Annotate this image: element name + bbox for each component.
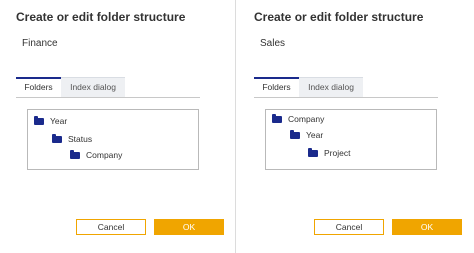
folder-icon [52,133,62,143]
tab-folders[interactable]: Folders [16,77,61,97]
dialog-comparison: Create or edit folder structure Finance … [0,0,474,253]
folder-icon [70,149,80,159]
tab-folders[interactable]: Folders [254,77,299,97]
structure-name: Sales [260,38,286,49]
folder-icon [34,115,44,125]
folder-structure-dialog-finance: Create or edit folder structure Finance … [0,0,235,253]
tree-node-label: Company [288,114,325,124]
folder-icon [272,113,282,123]
dialog-title: Create or edit folder structure [16,10,186,24]
tree-node-company[interactable]: Company [70,149,122,161]
cancel-button[interactable]: Cancel [76,219,146,235]
tree-node-label: Year [306,130,324,140]
tree-node-label: Status [68,134,93,144]
folder-icon [308,147,318,157]
tree-node-year[interactable]: Year [290,129,323,141]
folder-structure-dialog-sales: Create or edit folder structure Sales Fo… [238,0,473,253]
tree-node-company[interactable]: Company [272,113,324,125]
folder-tree: Company Year Project [265,109,437,170]
tab-index-dialog[interactable]: Index dialog [61,77,125,97]
tab-index-dialog[interactable]: Index dialog [299,77,363,97]
tree-node-project[interactable]: Project [308,147,350,159]
structure-name: Finance [22,38,58,49]
folder-tree: Year Status Company [27,109,199,170]
tree-node-status[interactable]: Status [52,133,92,145]
ok-button[interactable]: OK [154,219,224,235]
tree-node-label: Project [324,148,351,158]
dialog-title: Create or edit folder structure [254,10,424,24]
tree-node-label: Year [50,116,68,126]
tab-bar: Folders Index dialog [16,77,200,98]
folder-icon [290,129,300,139]
tree-node-year[interactable]: Year [34,115,67,127]
ok-button[interactable]: OK [392,219,462,235]
tab-bar: Folders Index dialog [254,77,438,98]
panel-divider [235,0,236,253]
tree-node-label: Company [86,150,123,160]
cancel-button[interactable]: Cancel [314,219,384,235]
